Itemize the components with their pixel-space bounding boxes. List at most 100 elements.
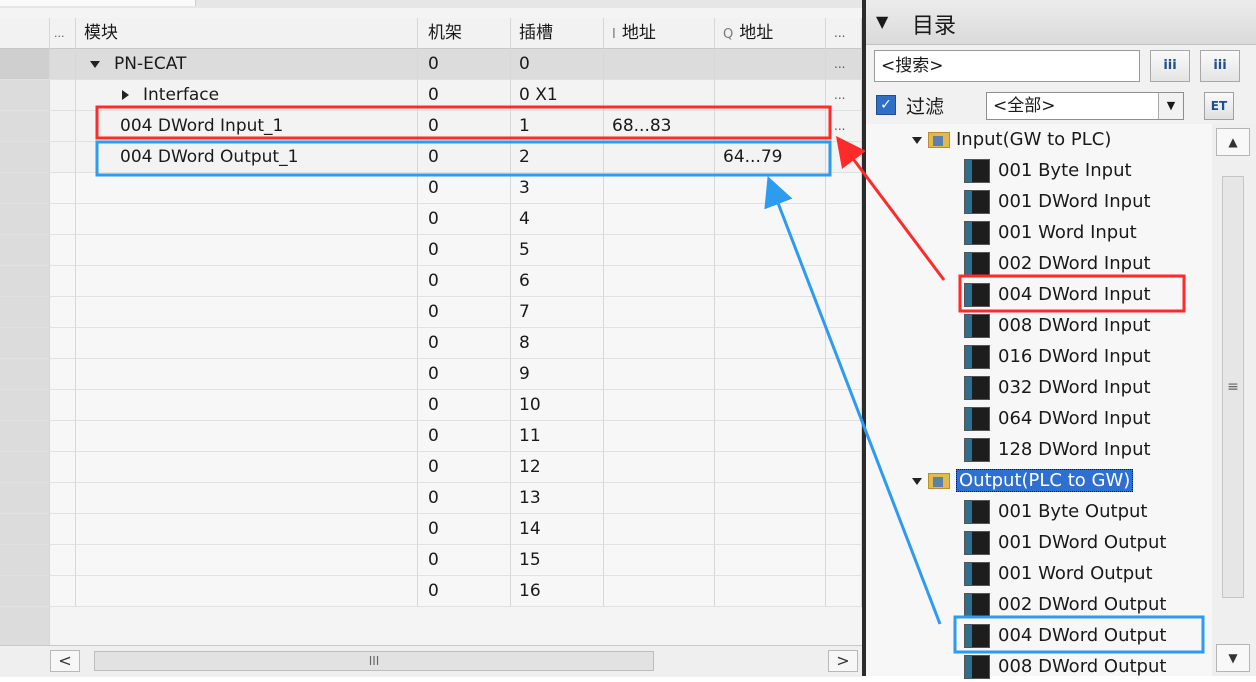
row-header[interactable] <box>0 297 50 328</box>
header-rack[interactable]: 机架 <box>418 18 511 49</box>
table-row[interactable]: 07 <box>0 297 862 328</box>
cell-i-address[interactable] <box>604 297 715 328</box>
cell-q-address[interactable] <box>715 576 826 607</box>
row-header[interactable] <box>0 80 50 111</box>
cell-more[interactable]: ... <box>826 80 862 111</box>
cell-more[interactable] <box>826 576 862 607</box>
header-expander[interactable]: ... <box>50 18 76 49</box>
horizontal-scrollbar[interactable]: < III > <box>0 645 862 677</box>
row-header[interactable] <box>0 328 50 359</box>
cell-slot[interactable]: 5 <box>511 235 604 266</box>
scroll-right-button[interactable]: > <box>828 650 858 672</box>
table-row[interactable]: 0 12 <box>0 452 862 483</box>
row-header[interactable] <box>0 483 50 514</box>
cell-q-address[interactable] <box>715 545 826 576</box>
table-row[interactable]: 0 11 <box>0 421 862 452</box>
cell-slot[interactable]: 14 <box>511 514 604 545</box>
cell-module[interactable] <box>76 266 418 297</box>
cell-slot[interactable]: 16 <box>511 576 604 607</box>
row-header[interactable] <box>0 545 50 576</box>
cell-i-address[interactable] <box>604 421 715 452</box>
cell-more[interactable] <box>826 452 862 483</box>
cell-i-address[interactable] <box>604 545 715 576</box>
cell-more[interactable] <box>826 545 862 576</box>
chevron-down-icon[interactable]: ▼ <box>876 12 888 31</box>
cell-q-address[interactable] <box>715 80 826 111</box>
header-more[interactable]: ... <box>826 18 862 49</box>
row-header[interactable] <box>0 452 50 483</box>
cell-module[interactable]: PN-ECAT <box>76 49 418 80</box>
cell-q-address[interactable] <box>715 359 826 390</box>
catalog-item[interactable]: 032 DWord Input <box>964 372 1151 403</box>
cell-module[interactable] <box>76 545 418 576</box>
cell-module[interactable] <box>76 204 418 235</box>
cell-rack[interactable]: 0 <box>418 173 511 204</box>
cell-slot[interactable]: 0 X1 <box>511 80 604 111</box>
header-i-address[interactable]: I 地址 <box>604 18 715 49</box>
cell-slot[interactable]: 8 <box>511 328 604 359</box>
cell-slot[interactable]: 9 <box>511 359 604 390</box>
cell-rack[interactable]: 0 <box>418 142 511 173</box>
catalog-item[interactable]: 002 DWord Input <box>964 248 1151 279</box>
cell-i-address[interactable] <box>604 204 715 235</box>
cell-i-address[interactable] <box>604 49 715 80</box>
header-module[interactable]: 模块 <box>76 18 418 49</box>
table-row[interactable]: 0 10 <box>0 390 862 421</box>
cell-q-address[interactable] <box>715 483 826 514</box>
cell-more[interactable] <box>826 297 862 328</box>
cell-i-address[interactable] <box>604 328 715 359</box>
row-header[interactable] <box>0 235 50 266</box>
catalog-item[interactable]: 001 Byte Input <box>964 155 1132 186</box>
cell-module[interactable] <box>76 359 418 390</box>
cell-q-address[interactable] <box>715 266 826 297</box>
row-header[interactable] <box>0 390 50 421</box>
cell-rack[interactable]: 0 <box>418 390 511 421</box>
row-header[interactable] <box>0 514 50 545</box>
cell-i-address[interactable] <box>604 390 715 421</box>
cell-module[interactable] <box>76 297 418 328</box>
cell-module[interactable]: 004 DWord Output_1 <box>76 142 418 173</box>
cell-i-address[interactable] <box>604 483 715 514</box>
catalog-folder[interactable]: Input(GW to PLC) <box>912 124 1111 155</box>
cell-slot[interactable]: 10 <box>511 390 604 421</box>
catalog-item[interactable]: 008 DWord Input <box>964 310 1151 341</box>
cell-i-address[interactable] <box>604 173 715 204</box>
catalog-item[interactable]: 064 DWord Input <box>964 403 1151 434</box>
catalog-item[interactable]: 008 DWord Output <box>964 651 1166 682</box>
row-header[interactable] <box>0 421 50 452</box>
cell-slot[interactable]: 0 <box>511 49 604 80</box>
cell-slot[interactable]: 4 <box>511 204 604 235</box>
cell-i-address[interactable] <box>604 514 715 545</box>
catalog-item[interactable]: 001 Byte Output <box>964 496 1147 527</box>
cell-more[interactable] <box>826 483 862 514</box>
row-header[interactable] <box>0 111 50 142</box>
cell-q-address[interactable] <box>715 173 826 204</box>
cell-slot[interactable]: 6 <box>511 266 604 297</box>
table-row[interactable]: 0 16 <box>0 576 862 607</box>
row-header[interactable] <box>0 576 50 607</box>
cell-slot[interactable]: 3 <box>511 173 604 204</box>
table-row[interactable]: 03 <box>0 173 862 204</box>
search-input[interactable]: <搜索> <box>874 50 1140 82</box>
cell-i-address[interactable] <box>604 359 715 390</box>
cell-module[interactable] <box>76 328 418 359</box>
dropdown-arrow-icon[interactable]: ▼ <box>1158 93 1183 119</box>
cell-q-address[interactable]: 64...79 <box>715 142 826 173</box>
catalog-item[interactable]: 016 DWord Input <box>964 341 1151 372</box>
cell-slot[interactable]: 2 <box>511 142 604 173</box>
catalog-item[interactable]: 001 DWord Input <box>964 186 1151 217</box>
expand-down-icon[interactable] <box>912 477 922 485</box>
expand-down-icon[interactable] <box>90 60 100 68</box>
vertical-scrollbar[interactable]: ▲ ≡ ▼ <box>1212 124 1256 676</box>
cell-module[interactable] <box>76 173 418 204</box>
table-row[interactable]: Interface 0 0 X1... <box>0 80 862 111</box>
cell-i-address[interactable] <box>604 80 715 111</box>
cell-module[interactable]: 004 DWord Input_1 <box>76 111 418 142</box>
expand-right-icon[interactable] <box>122 90 129 100</box>
cell-rack[interactable]: 0 <box>418 483 511 514</box>
filter-settings-button[interactable]: ET <box>1204 92 1234 120</box>
cell-more[interactable] <box>826 421 862 452</box>
cell-module[interactable] <box>76 452 418 483</box>
table-row[interactable]: 06 <box>0 266 862 297</box>
cell-q-address[interactable] <box>715 421 826 452</box>
